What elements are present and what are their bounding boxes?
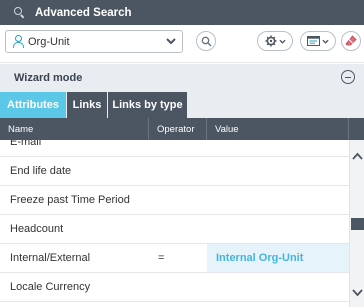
table-scrollbar[interactable] <box>349 140 364 307</box>
collapse-icon[interactable] <box>341 70 355 84</box>
org-unit-icon <box>12 35 24 48</box>
settings-menu-button[interactable] <box>257 31 293 51</box>
object-type-select[interactable]: Org-Unit <box>5 30 183 53</box>
row-name: End life date <box>10 165 72 177</box>
chevron-down-icon <box>278 39 286 44</box>
eraser-icon <box>345 35 357 46</box>
view-menu-button[interactable] <box>300 31 336 51</box>
row-name: Locale Currency <box>10 281 91 293</box>
row-name: Headcount <box>10 223 64 235</box>
table-row[interactable]: Headcount <box>0 215 349 244</box>
magnifier-icon <box>201 36 211 46</box>
wizard-mode-label: Wizard mode <box>14 71 83 84</box>
search-icon <box>14 7 25 18</box>
row-value[interactable]: Internal Org-Unit <box>207 244 349 272</box>
table-row[interactable]: E-mail <box>0 140 349 157</box>
table-row[interactable]: Internal/External = Internal Org-Unit <box>0 244 349 273</box>
view-icon <box>307 36 320 46</box>
clear-button[interactable] <box>341 31 361 51</box>
row-name: Internal/External <box>10 252 91 264</box>
search-button[interactable] <box>196 31 216 51</box>
table-row[interactable]: Locale Currency <box>0 273 349 302</box>
table-row[interactable]: Freeze past Time Period <box>0 186 349 215</box>
row-operator[interactable]: = <box>158 244 164 272</box>
tab-attributes[interactable]: Attributes <box>0 92 66 118</box>
chevron-down-icon <box>322 39 329 44</box>
table-row[interactable]: End life date <box>0 157 349 186</box>
gear-icon <box>265 35 276 47</box>
attributes-table-body: E-mail End life date Freeze past Time Pe… <box>0 140 349 307</box>
tab-links-by-type[interactable]: Links by type <box>108 92 187 118</box>
chevron-down-icon <box>166 38 176 45</box>
scroll-down-icon[interactable] <box>352 288 363 297</box>
wizard-mode-header[interactable]: Wizard mode <box>0 64 364 91</box>
row-name: E-mail <box>10 140 42 148</box>
toolbar: Org-Unit <box>0 25 364 63</box>
window-title: Advanced Search <box>35 6 132 19</box>
column-header-operator[interactable]: Operator <box>149 118 207 140</box>
scroll-up-icon[interactable] <box>352 152 363 161</box>
scrollbar-thumb[interactable] <box>351 218 364 230</box>
table-header: Name Operator Value <box>0 118 364 140</box>
column-header-name[interactable]: Name <box>0 118 149 140</box>
tab-links[interactable]: Links <box>67 92 107 118</box>
column-header-value[interactable]: Value <box>207 118 349 140</box>
title-bar: Advanced Search <box>0 0 364 25</box>
row-name: Freeze past Time Period <box>10 194 130 206</box>
object-type-value: Org-Unit <box>28 35 70 48</box>
tab-bar: Attributes Links Links by type <box>0 91 364 118</box>
